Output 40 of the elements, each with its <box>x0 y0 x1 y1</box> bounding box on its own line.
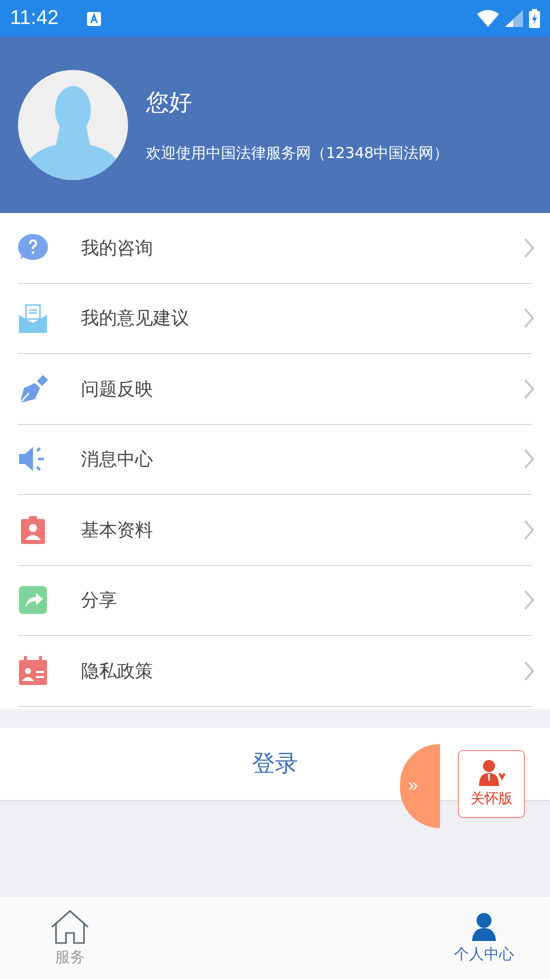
calendar-icon <box>18 656 48 686</box>
menu-label: 消息中心 <box>81 448 154 472</box>
menu-label: 我的咨询 <box>81 236 154 260</box>
menu-item[interactable]: 问题反映 <box>18 354 532 424</box>
greeting-text: 您好 <box>146 89 193 118</box>
menu-label: 分享 <box>81 589 118 612</box>
battery-icon <box>529 9 540 28</box>
chevron-icon <box>524 590 534 610</box>
share-icon <box>18 585 48 616</box>
menu-item[interactable]: 隐私政策 <box>18 636 532 706</box>
menu-label: 隐私政策 <box>81 660 154 683</box>
menu-item[interactable]: 我的咨询 <box>18 213 532 284</box>
id-badge-icon <box>18 514 48 545</box>
chevron-icon <box>524 238 534 258</box>
menu-label: 基本资料 <box>81 518 154 542</box>
menu-item[interactable]: 分享 <box>18 566 532 636</box>
care-mode-button[interactable]: 关怀版 <box>458 750 525 818</box>
menu-item[interactable]: 基本资料 <box>18 495 532 566</box>
status-time: 11:42 <box>10 7 59 30</box>
notification-icon <box>86 12 101 26</box>
welcome-text: 欢迎使用中国法律服务网（12348中国法网） <box>146 144 449 163</box>
mail-icon <box>18 303 48 334</box>
chevron-icon <box>524 449 534 470</box>
pen-icon <box>18 374 48 404</box>
nav-tab[interactable]: 个人中心 <box>448 897 520 979</box>
menu-item[interactable]: 消息中心 <box>18 424 532 495</box>
chevron-icon <box>524 520 534 540</box>
menu-label: 问题反映 <box>81 378 154 401</box>
avatar[interactable] <box>18 70 128 180</box>
menu-item[interactable]: 我的意见建议 <box>18 284 532 354</box>
person-heart-icon <box>476 760 506 786</box>
menu-label: 我的意见建议 <box>81 307 190 330</box>
signal-icon <box>505 10 523 27</box>
wifi-icon <box>477 10 499 27</box>
chevron-icon <box>524 378 534 399</box>
chevron-icon <box>524 660 534 681</box>
home-icon <box>51 910 89 944</box>
chevron-icon <box>524 308 534 328</box>
question-icon <box>18 232 48 263</box>
person-icon <box>472 912 496 940</box>
